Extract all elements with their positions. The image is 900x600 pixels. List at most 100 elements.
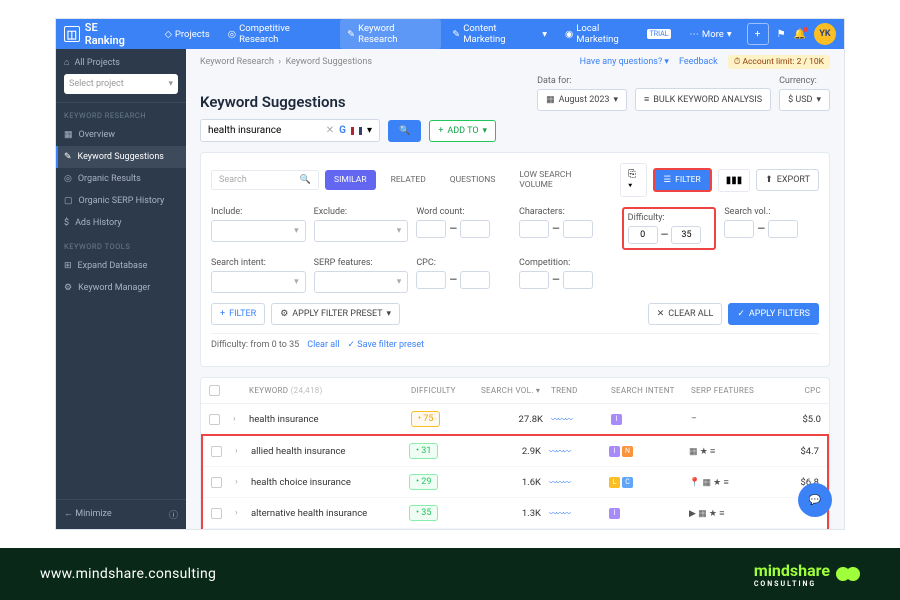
filter-button[interactable]: ☰ FILTER (653, 168, 712, 192)
serp-filter[interactable]: ▾ (314, 271, 409, 293)
keyword-cell: alternative health insurance (251, 508, 409, 519)
difficulty-badge: • 75 (411, 411, 440, 427)
sidebar-group: KEYWORD RESEARCH (56, 103, 186, 124)
clear-icon[interactable]: ✕ (326, 125, 334, 136)
nav-more[interactable]: ⋯ More ▾ (682, 19, 738, 49)
tab-related[interactable]: RELATED (382, 170, 435, 190)
apply-filters-button[interactable]: ✓ APPLY FILTERS (728, 303, 819, 325)
help-icon[interactable]: ⓘ (169, 508, 178, 521)
flag-icon[interactable]: ⚑ (777, 29, 786, 40)
copy-button[interactable]: ⎘ ▾ (620, 163, 646, 197)
nav-projects[interactable]: ◇ Projects (158, 19, 217, 49)
serp-cell: 📍 ▦ ★ ≡ (689, 477, 779, 488)
expand-icon[interactable]: › (233, 414, 249, 424)
export-button[interactable]: ⬆ EXPORT (756, 169, 819, 191)
all-projects[interactable]: ⌂ All Projects (64, 57, 178, 68)
intent-cell: I (611, 414, 691, 425)
preset-button[interactable]: ⚙ APPLY FILTER PRESET ▾ (271, 303, 400, 325)
intent-cell: IN (609, 446, 689, 457)
nav-competitive[interactable]: ◎ Competitive Research (221, 19, 336, 49)
expand-icon[interactable]: › (235, 508, 251, 518)
sb-ads[interactable]: $ Ads History (56, 212, 186, 234)
nav-content[interactable]: ✎ Content Marketing ▾ (445, 19, 554, 49)
chat-fab[interactable]: 💬 (798, 483, 832, 517)
add-to-button[interactable]: + ADD TO ▾ (429, 120, 496, 142)
bell-icon[interactable]: 🔔 (794, 29, 806, 40)
mini-search[interactable]: Search🔍 (211, 170, 319, 190)
row-checkbox[interactable] (211, 477, 222, 488)
difficulty-badge: • 29 (409, 474, 438, 490)
expand-icon[interactable]: › (235, 446, 251, 456)
row-checkbox[interactable] (209, 414, 220, 425)
account-limit: ⏱ Account limit: 2 / 10K (728, 55, 830, 69)
minimize-button[interactable]: ← Minimize (64, 508, 112, 521)
word-count-filter[interactable]: — (416, 220, 511, 238)
table-row[interactable]: › allied health insurance • 31 2.9K 〰〰〰 … (203, 436, 827, 467)
clear-link[interactable]: Clear all (307, 340, 339, 350)
cpc-filter[interactable]: — (416, 271, 511, 289)
breadcrumb: Keyword Research › Keyword Suggestions (200, 57, 372, 67)
feedback-link[interactable]: Feedback (679, 57, 718, 67)
intent-cell: LC (609, 477, 689, 488)
project-select[interactable]: Select project▾ (64, 74, 178, 94)
sb-overview[interactable]: ▦ Overview (56, 124, 186, 146)
expand-icon[interactable]: › (235, 477, 251, 487)
page-title: Keyword Suggestions (200, 93, 346, 111)
volume-cell: 27.8K (481, 414, 551, 425)
bulk-analysis-button[interactable]: ≡ BULK KEYWORD ANALYSIS (635, 88, 771, 111)
save-preset-link[interactable]: ✓ Save filter preset (348, 340, 425, 350)
exclude-filter[interactable]: ▾ (314, 220, 409, 242)
columns-button[interactable]: ▮▮▮ (718, 169, 751, 192)
keyword-input[interactable]: health insurance ✕ G ▾ (200, 119, 380, 142)
trend-sparkline: 〰〰〰 (549, 477, 609, 488)
tab-low[interactable]: LOW SEARCH VOLUME (510, 165, 614, 195)
sb-serp-history[interactable]: ▢ Organic SERP History (56, 190, 186, 212)
nav-local[interactable]: ◉ Local MarketingTRIAL (558, 19, 678, 49)
month-select[interactable]: ▦ August 2023 ▾ (537, 89, 627, 111)
flag-us-icon[interactable] (351, 127, 362, 135)
questions-link[interactable]: Have any questions? ▾ (580, 57, 669, 67)
competition-filter[interactable]: — (519, 271, 614, 289)
include-filter[interactable]: ▾ (211, 220, 306, 242)
table-row[interactable]: › health insurance • 75 27.8K 〰〰〰 I – $5… (201, 404, 829, 435)
row-checkbox[interactable] (211, 446, 222, 457)
serp-cell: ▶ ▦ ★ ≡ (689, 508, 779, 519)
table-row[interactable]: › alternative health insurance • 35 1.3K… (203, 498, 827, 529)
logo-icon: ◫ (64, 26, 80, 42)
chars-filter[interactable]: — (519, 220, 614, 238)
tab-similar[interactable]: SIMILAR (325, 170, 376, 190)
brand-logo[interactable]: ◫ SE Ranking (64, 21, 140, 47)
nav-keyword[interactable]: ✎ Keyword Research (340, 19, 441, 49)
top-nav: ◫ SE Ranking ◇ Projects ◎ Competitive Re… (56, 19, 844, 49)
sb-suggestions[interactable]: ✎ Keyword Suggestions (56, 146, 186, 168)
tab-questions[interactable]: QUESTIONS (441, 170, 505, 190)
table-row[interactable]: › health choice insurance • 29 1.6K 〰〰〰 … (203, 467, 827, 498)
add-button[interactable]: + (747, 23, 769, 45)
volume-cell: 1.3K (479, 508, 549, 519)
cpc-cell: $5.0 (781, 414, 821, 425)
google-icon: G (339, 125, 346, 136)
avatar[interactable]: YK (814, 23, 836, 45)
trend-sparkline: 〰〰〰 (549, 508, 609, 519)
row-checkbox[interactable] (211, 508, 222, 519)
applied-filter: Difficulty: from 0 to 35 (211, 340, 299, 350)
serp-cell: ▦ ★ ≡ (689, 446, 779, 457)
intent-filter[interactable]: ▾ (211, 271, 306, 293)
volume-filter[interactable]: — (724, 220, 819, 238)
results-table: KEYWORD (24,418) DIFFICULTYSEARCH VOL. ▾… (200, 377, 830, 529)
sb-manager[interactable]: ⚙ Keyword Manager (56, 277, 186, 299)
brand-name: SE Ranking (85, 21, 140, 47)
currency-label: Currency: (779, 76, 830, 86)
sb-organic[interactable]: ◎ Organic Results (56, 168, 186, 190)
keyword-cell: health choice insurance (251, 477, 409, 488)
serp-cell: – (691, 414, 781, 424)
clear-all-button[interactable]: ✕ CLEAR ALL (648, 303, 723, 325)
volume-cell: 1.6K (479, 477, 549, 488)
trend-sparkline: 〰〰〰 (549, 446, 609, 457)
sb-expand[interactable]: ⊞ Expand Database (56, 255, 186, 277)
currency-select[interactable]: $ USD ▾ (779, 89, 830, 111)
difficulty-filter[interactable]: — (628, 226, 711, 244)
add-filter-button[interactable]: + FILTER (211, 303, 265, 325)
search-button[interactable]: 🔍 (388, 120, 421, 142)
select-all-checkbox[interactable] (209, 385, 220, 396)
